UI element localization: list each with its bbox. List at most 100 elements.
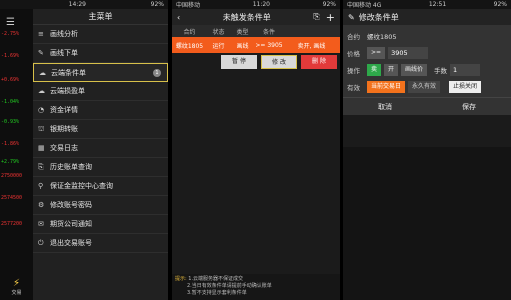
gear-icon: ⚙ <box>38 201 45 209</box>
status-bar: 中国移动 11:20 92% <box>172 0 340 9</box>
menu-item-label: 画线分析 <box>50 30 78 38</box>
menu-item-label: 资金详情 <box>50 106 78 114</box>
menu-title: 主菜单 <box>33 9 168 25</box>
operation-label: 操作 <box>347 66 360 75</box>
history-icon[interactable]: ⎘ <box>313 12 319 22</box>
menu-item-label: 银期转账 <box>50 125 78 133</box>
bank-icon: ⛫ <box>38 124 45 133</box>
menu-item-9[interactable]: ⚙ 修改账号密码 <box>33 196 168 215</box>
rail-quote-3: -1.04% <box>1 99 20 105</box>
valid-today-option[interactable]: 当前交易日 <box>367 80 406 93</box>
cancel-button[interactable]: 取消 <box>378 102 392 112</box>
tips-line-1: 1.云端服务器不保证成交 <box>188 276 244 282</box>
hamburger-icon[interactable]: ☰ <box>6 17 15 28</box>
price-input[interactable]: 3905 <box>388 46 429 59</box>
contract-label: 合约 <box>347 32 360 41</box>
contract-row: 合约 螺纹1805 <box>347 27 507 44</box>
menu-item-1[interactable]: ✎ 画线下单 <box>33 44 168 63</box>
status-info: 92% <box>322 1 336 8</box>
add-icon[interactable]: + <box>326 11 335 24</box>
menu-item-label: 交易日志 <box>50 144 78 152</box>
table-header: 合约 状态 类型 条件 <box>172 25 340 37</box>
price-label: 价格 <box>347 49 360 58</box>
menu-item-label: 期货公司通知 <box>50 220 92 228</box>
mail-icon: ✉ <box>38 220 44 228</box>
pencil-icon: ✎ <box>38 49 44 57</box>
menu-item-label: 保证金监控中心查询 <box>50 182 113 190</box>
menu-item-3[interactable]: ☁ 云端损盈单 <box>33 82 168 101</box>
tips-box: 提示: 1.云端服务器不保证成交 2.当日有效条件单请提前手动确认账单 3.暂不… <box>172 274 340 300</box>
side-select[interactable]: 卖 <box>367 63 382 76</box>
calendar-icon: ▦ <box>38 144 45 152</box>
rail-quote-7: 2750000 <box>1 173 23 179</box>
chart-line-icon: ≡ <box>38 30 44 38</box>
search-icon: ⚲ <box>38 182 44 190</box>
validity-row: 有效 当前交易日 永久有效 止损关闭 <box>347 78 507 95</box>
trade-tab-label: 交易 <box>11 290 22 296</box>
cell-condition: >= 3905 <box>255 41 283 49</box>
edit-form: 合约 螺纹1805 价格 >= 3905 操作 卖 开 画线价 手数 1 有效 … <box>343 25 511 97</box>
edit-order-screen: 中国移动 4G 12:51 92% ✎ 修改条件单 合约 螺纹1805 价格 >… <box>343 0 511 300</box>
pause-button[interactable]: 暂 停 <box>221 55 257 69</box>
menu-item-5[interactable]: ⛫ 银期转账 <box>33 120 168 139</box>
status-info: 92% <box>493 1 507 8</box>
status-info: 92% <box>150 1 164 8</box>
menu-item-8[interactable]: ⚲ 保证金监控中心查询 <box>33 177 168 196</box>
menu-item-label: 云端条件单 <box>51 68 86 77</box>
price-type-select[interactable]: 画线价 <box>401 63 428 76</box>
rail-quote-1: -1.69% <box>1 53 20 59</box>
tips-line-3: 3.暂不支持显示套利条件单 <box>187 290 247 296</box>
cell-action: 卖开, 画线 <box>297 42 326 50</box>
delete-button[interactable]: 删 除 <box>301 55 337 69</box>
quantity-label: 手数 <box>434 66 448 75</box>
edit-button[interactable]: 修 改 <box>261 55 297 69</box>
cloud-icon: ☁ <box>38 87 45 95</box>
status-time: 14:29 <box>68 1 86 8</box>
quantity-input[interactable]: 1 <box>450 63 481 76</box>
menu-item-7[interactable]: ⎘ 历史账单查询 <box>33 158 168 177</box>
price-row: 价格 >= 3905 <box>347 44 507 61</box>
rail-quote-0: -2.75% <box>1 31 20 37</box>
menu-item-label: 修改账号密码 <box>50 201 92 209</box>
col-contract[interactable]: 合约 <box>172 27 207 36</box>
menu-item-label: 云端损盈单 <box>50 87 85 95</box>
menu-item-6[interactable]: ▦ 交易日志 <box>33 139 168 158</box>
dialog-title: 修改条件单 <box>358 12 399 22</box>
menu-item-10[interactable]: ✉ 期货公司通知 <box>33 215 168 234</box>
main-menu-screen: 14:29 92% ☰ -2.75% -1.69% +0.69% -1.04% -0.9… <box>0 0 168 300</box>
dimmed-background <box>343 147 511 300</box>
menu-item-2[interactable]: ☁ 云端条件单 1 <box>33 63 168 82</box>
status-time: 12:51 <box>428 1 447 8</box>
trade-tab[interactable]: ⚡ 交易 <box>0 278 33 300</box>
menu-item-0[interactable]: ≡ 画线分析 <box>33 25 168 44</box>
status-bar: 中国移动 4G 12:51 92% <box>343 0 511 9</box>
document-icon: ⎘ <box>38 162 44 171</box>
status-time: 11:20 <box>252 1 270 8</box>
col-type: 类型 <box>236 28 249 36</box>
rail-quote-2: +0.69% <box>1 77 20 83</box>
open-close-select[interactable]: 开 <box>384 63 399 76</box>
menu-item-11[interactable]: ⏻ 退出交易账号 <box>33 234 168 253</box>
rail-quote-4: -0.93% <box>1 119 20 125</box>
cell-status: 运行 <box>212 42 225 50</box>
save-button[interactable]: 保存 <box>462 102 476 112</box>
valid-forever-option[interactable]: 永久有效 <box>408 80 441 93</box>
stoploss-close-toggle[interactable]: 止损关闭 <box>449 80 482 93</box>
contract-value: 螺纹1805 <box>367 32 397 41</box>
tips-line-2: 2.当日有效条件单请提前手动确认账单 <box>187 283 272 289</box>
tips-label: 提示: <box>175 276 187 282</box>
nav-bar: ‹ 未触发条件单 ⎘ + <box>172 9 340 25</box>
rail-quote-8: 2574500 <box>1 195 23 201</box>
operation-row: 操作 卖 开 画线价 手数 1 <box>347 61 507 78</box>
menu-item-4[interactable]: ◔ 资金详情 <box>33 101 168 120</box>
rail-quote-9: 2577200 <box>1 221 23 227</box>
price-operator-select[interactable]: >= <box>367 46 386 59</box>
untriggered-orders-screen: 中国移动 11:20 92% ‹ 未触发条件单 ⎘ + 合约 状态 类型 条件 … <box>172 0 340 300</box>
rail-quote-6: +2.79% <box>1 159 20 165</box>
col-condition: 条件 <box>262 28 275 36</box>
col-status: 状态 <box>212 28 225 36</box>
table-row[interactable]: 螺纹1805 运行 画线 >= 3905 卖开, 画线 <box>172 37 340 53</box>
menu-item-label: 历史账单查询 <box>50 163 92 171</box>
status-bar: 14:29 92% <box>0 0 168 9</box>
status-carrier: 中国移动 4G <box>347 2 382 9</box>
